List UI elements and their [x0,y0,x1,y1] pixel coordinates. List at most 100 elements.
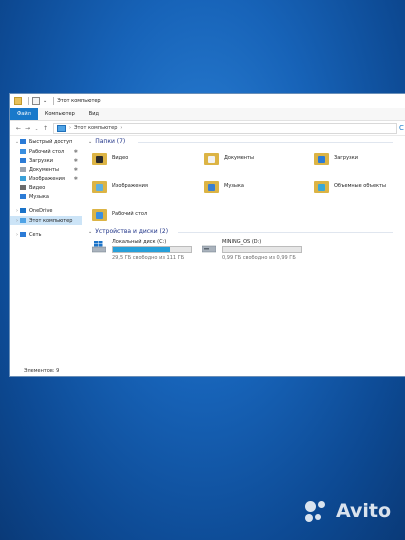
folder-tile[interactable]: Загрузки [314,151,358,165]
sidebar-item-documents[interactable]: Документы ✱ [10,165,82,174]
tab-view[interactable]: Вид [82,108,106,120]
properties-icon[interactable] [32,97,40,105]
window-title: Этот компьютер [57,98,101,104]
desktop-icon [20,149,26,154]
sidebar-item-computer[interactable]: › Этот компьютер [10,216,82,225]
customize-toolbar-icon[interactable]: ⌄ [43,98,47,104]
pin-icon[interactable]: ✱ [74,176,78,182]
devices-group-header[interactable]: ⌄ Устройства и диски (2) [88,228,168,235]
divider [53,97,55,105]
tab-file[interactable]: Файл [10,108,38,120]
drive-free-space: 29,5 ГБ свободно из 111 ГБ [112,255,185,261]
download-icon [20,158,26,163]
new-folder-icon[interactable] [14,97,22,105]
folder-tile[interactable]: Объемные объекты [314,179,386,193]
sidebar-item-label: Рабочий стол [29,148,65,155]
network-icon [20,232,26,237]
sidebar-item-music[interactable]: Музыка [10,192,82,201]
star-icon [20,139,26,144]
forward-arrow-icon[interactable]: → [23,125,32,132]
folders-group-header[interactable]: ⌄ Папки (7) [88,138,125,145]
collapse-chevron-icon[interactable]: ⌄ [88,229,92,235]
sidebar-item-label: Этот компьютер [29,217,73,224]
watermark-text: Avito [335,500,391,522]
folder-label: Документы [224,155,254,161]
address-separator: › [69,125,71,131]
sidebar-item-star[interactable]: ⌄ Быстрый доступ [10,137,82,146]
folder-label: Объемные объекты [334,183,386,189]
drive-usage-fill [113,247,170,252]
folders-group-title: Папки (7) [95,138,126,145]
folder-label: Музыка [224,183,244,189]
video-icon [20,185,26,190]
back-arrow-icon[interactable]: ← [14,125,23,132]
folder-tile[interactable]: Видео [92,151,128,165]
group-divider [178,232,393,233]
sidebar-item-download[interactable]: Загрузки ✱ [10,156,82,165]
drive-info: MINING_OS (D:) 0,99 ГБ свободно из 0,99 Г… [222,239,302,261]
up-arrow-icon[interactable]: ↑ [41,125,50,132]
folder-tile[interactable]: Изображения [92,179,148,193]
divider [28,97,29,105]
video-folder-icon [92,151,107,165]
sidebar-item-label: Видео [29,184,46,191]
folder-tile[interactable]: Документы [204,151,254,165]
title-bar: ⌄ Этот компьютер [10,94,405,108]
watermark: Avito [304,500,391,522]
drive-free-space: 0,99 ГБ свободно из 0,99 ГБ [222,255,296,261]
sidebar-item-label: OneDrive [29,207,53,214]
avito-logo-icon [304,500,331,522]
drive-usage-bar [222,246,302,253]
drive-name: Локальный диск (C:) [112,239,167,245]
sidebar-item-onedrive[interactable]: › OneDrive [10,206,82,215]
windows-drive-icon [91,241,107,253]
music-folder-icon [204,179,219,193]
sidebar-item-label: Документы [29,166,59,173]
computer-icon [57,124,66,132]
documents-folder-icon [204,151,219,165]
documents-icon [20,167,26,172]
pin-icon[interactable]: ✱ [74,158,78,164]
computer-icon [20,218,26,223]
address-separator: › [120,125,123,131]
sidebar-item-label: Сеть [29,231,42,238]
downloads-folder-icon [314,151,329,165]
drive-tile[interactable]: Локальный диск (C:) 29,5 ГБ свободно из 1… [91,239,192,261]
folder-label: Видео [112,155,129,161]
sidebar-item-network[interactable]: › Сеть [10,230,82,239]
sidebar-item-video[interactable]: Видео [10,183,82,192]
sidebar-item-label: Загрузки [29,157,53,164]
onedrive-icon [20,208,26,213]
pictures-icon [20,176,26,181]
desktop-folder-icon [92,207,107,221]
search-fragment[interactable]: С [397,124,405,132]
address-text: Этот компьютер [74,125,118,131]
sidebar-item-pictures[interactable]: Изображения ✱ [10,174,82,183]
3d-objects-folder-icon [314,179,329,193]
tab-computer[interactable]: Компьютер [38,108,82,120]
folder-tile[interactable]: Рабочий стол [92,207,147,221]
music-icon [20,194,26,199]
content-pane: ⌄ Папки (7) Видео Документы Загрузки Изобра… [86,135,405,366]
devices-group-title: Устройства и диски (2) [95,228,169,235]
explorer-body: ⌄ Быстрый доступ Рабочий стол ✱ Загрузки ✱ Док… [10,135,405,366]
collapse-chevron-icon[interactable]: ⌄ [88,139,92,145]
drive-usage-bar [112,246,192,253]
address-bar: ← → ⌄ ↑ › Этот компьютер › С [10,121,405,136]
pin-icon[interactable]: ✱ [74,149,78,155]
group-divider [138,142,393,143]
folder-label: Загрузки [334,155,358,161]
drive-icon [201,241,217,253]
drive-name: MINING_OS (D:) [222,239,262,245]
sidebar-item-label: Изображения [29,175,65,182]
folder-tile[interactable]: Музыка [204,179,244,193]
sidebar-item-label: Быстрый доступ [29,138,73,145]
drive-tile[interactable]: MINING_OS (D:) 0,99 ГБ свободно из 0,99 Г… [201,239,302,261]
recent-chevron-icon[interactable]: ⌄ [32,126,41,131]
pin-icon[interactable]: ✱ [74,167,78,173]
address-field[interactable]: › Этот компьютер › [53,122,397,134]
sidebar-item-label: Музыка [29,193,49,200]
item-count: Элементов: 9 [24,368,60,374]
sidebar-item-desktop[interactable]: Рабочий стол ✱ [10,147,82,156]
drive-info: Локальный диск (C:) 29,5 ГБ свободно из 1… [112,239,192,261]
